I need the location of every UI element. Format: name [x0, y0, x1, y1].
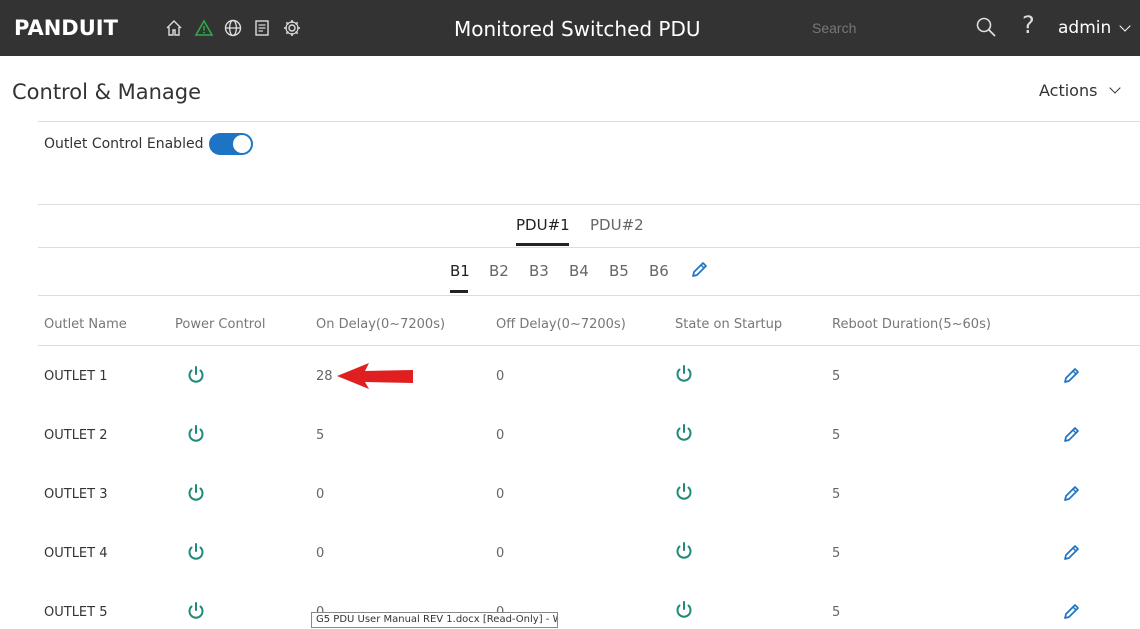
active-tab-indicator: [516, 243, 569, 246]
col-header-reboot-duration: Reboot Duration(5~60s): [832, 317, 991, 332]
top-bar: PANDUIT Monitored Switched PDU ? admin: [0, 0, 1140, 56]
tab-bank-b2[interactable]: B2: [489, 262, 509, 280]
col-header-outlet-name: Outlet Name: [44, 317, 127, 332]
user-menu[interactable]: admin: [1058, 18, 1131, 38]
pencil-icon[interactable]: [1060, 483, 1082, 505]
outlet-name: OUTLET 3: [44, 487, 108, 502]
col-header-state-on-startup: State on Startup: [675, 317, 783, 332]
on-delay-value: 0: [316, 487, 325, 502]
col-header-off-delay: Off Delay(0~7200s): [496, 317, 626, 332]
outlet-control-toggle[interactable]: [209, 133, 253, 155]
outlet-name: OUTLET 5: [44, 605, 108, 620]
app-title: Monitored Switched PDU: [454, 17, 701, 41]
reboot-duration-value: 5: [832, 487, 841, 502]
power-icon[interactable]: [185, 482, 207, 504]
chevron-down-icon: [1119, 19, 1131, 32]
power-icon[interactable]: [185, 423, 207, 445]
actions-menu[interactable]: Actions: [1039, 81, 1122, 100]
divider: [38, 345, 1140, 346]
globe-icon[interactable]: [222, 17, 244, 39]
power-icon[interactable]: [185, 541, 207, 563]
off-delay-value: 0: [496, 428, 505, 443]
help-icon[interactable]: ?: [1022, 11, 1035, 39]
tab-bank-b4[interactable]: B4: [569, 262, 589, 280]
tab-bank-b1[interactable]: B1: [450, 262, 470, 280]
off-delay-value: 0: [496, 487, 505, 502]
tab-pdu2[interactable]: PDU#2: [590, 216, 644, 234]
reboot-duration-value: 5: [832, 369, 841, 384]
chevron-down-icon: [1109, 82, 1122, 94]
divider: [38, 295, 1140, 296]
alert-icon[interactable]: [193, 17, 215, 39]
pencil-icon[interactable]: [1060, 365, 1082, 387]
power-icon[interactable]: [185, 364, 207, 386]
pencil-icon[interactable]: [688, 259, 710, 281]
startup-state-power-icon[interactable]: [673, 481, 695, 503]
toggle-knob: [233, 135, 251, 153]
reboot-duration-value: 5: [832, 428, 841, 443]
page-title: Control & Manage: [12, 80, 202, 104]
tab-pdu1[interactable]: PDU#1: [516, 216, 570, 234]
on-delay-value: 5: [316, 428, 325, 443]
tab-bank-b5[interactable]: B5: [609, 262, 629, 280]
pencil-icon[interactable]: [1060, 601, 1082, 623]
tab-bank-b6[interactable]: B6: [649, 262, 669, 280]
red-arrow-icon: [337, 363, 413, 389]
pencil-icon[interactable]: [1060, 424, 1082, 446]
power-icon[interactable]: [185, 600, 207, 622]
user-name: admin: [1058, 18, 1112, 38]
report-icon[interactable]: [251, 17, 273, 39]
pencil-icon[interactable]: [1060, 542, 1082, 564]
startup-state-power-icon[interactable]: [673, 422, 695, 444]
col-header-power-control: Power Control: [175, 317, 266, 332]
active-tab-indicator: [450, 290, 468, 293]
reboot-duration-value: 5: [832, 546, 841, 561]
divider: [38, 121, 1140, 122]
home-icon[interactable]: [163, 17, 185, 39]
panduit-logo[interactable]: PANDUIT: [14, 16, 118, 40]
startup-state-power-icon[interactable]: [673, 540, 695, 562]
outlet-name: OUTLET 4: [44, 546, 108, 561]
off-delay-value: 0: [496, 369, 505, 384]
col-header-on-delay: On Delay(0~7200s): [316, 317, 446, 332]
outlet-name: OUTLET 1: [44, 369, 108, 384]
actions-label: Actions: [1039, 81, 1098, 100]
settings-icon[interactable]: [281, 17, 303, 39]
on-delay-value: 0: [316, 546, 325, 561]
startup-state-power-icon[interactable]: [673, 599, 695, 621]
outlet-name: OUTLET 2: [44, 428, 108, 443]
startup-state-power-icon[interactable]: [673, 363, 695, 385]
off-delay-value: 0: [496, 546, 505, 561]
on-delay-value: 28: [316, 369, 333, 384]
search-icon[interactable]: [974, 15, 998, 39]
divider: [38, 204, 1140, 205]
tab-bank-b3[interactable]: B3: [529, 262, 549, 280]
divider: [38, 247, 1140, 248]
outlet-control-label: Outlet Control Enabled: [44, 136, 204, 152]
taskbar-tooltip: G5 PDU User Manual REV 1.docx [Read-Only…: [311, 612, 558, 628]
reboot-duration-value: 5: [832, 605, 841, 620]
